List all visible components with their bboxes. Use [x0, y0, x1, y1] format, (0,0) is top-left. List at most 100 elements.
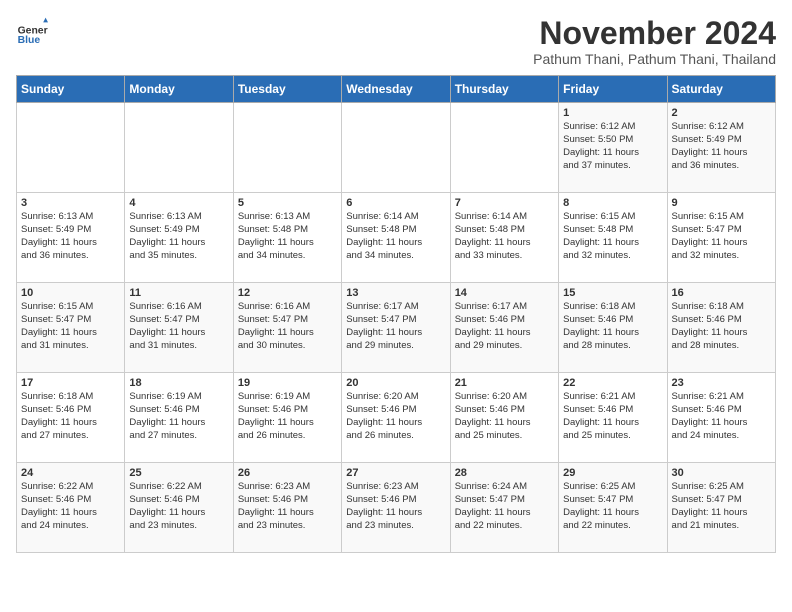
location: Pathum Thani, Pathum Thani, Thailand	[533, 51, 776, 67]
day-number: 6	[346, 197, 445, 209]
day-info: Sunrise: 6:21 AM Sunset: 5:46 PM Dayligh…	[563, 391, 662, 442]
calendar-header-sunday: Sunday	[17, 76, 125, 103]
calendar-cell: 15 Sunrise: 6:18 AM Sunset: 5:46 PM Dayli…	[559, 283, 667, 373]
calendar-header-tuesday: Tuesday	[233, 76, 341, 103]
day-number: 23	[672, 377, 771, 389]
calendar-header-row: SundayMondayTuesdayWednesdayThursdayFrid…	[17, 76, 776, 103]
calendar-cell: 23 Sunrise: 6:21 AM Sunset: 5:46 PM Dayli…	[667, 373, 775, 463]
day-number: 17	[21, 377, 120, 389]
calendar-cell: 20 Sunrise: 6:20 AM Sunset: 5:46 PM Dayli…	[342, 373, 450, 463]
day-number: 16	[672, 287, 771, 299]
calendar-cell: 28Sunrise: 6:24 AM Sunset: 5:47 PM Dayli…	[450, 463, 558, 553]
calendar-cell: 13Sunrise: 6:17 AM Sunset: 5:47 PM Dayli…	[342, 283, 450, 373]
calendar-header-saturday: Saturday	[667, 76, 775, 103]
day-info: Sunrise: 6:15 AM Sunset: 5:48 PM Dayligh…	[563, 211, 662, 262]
calendar-body: 1 Sunrise: 6:12 AM Sunset: 5:50 PM Daylig…	[17, 103, 776, 553]
day-number: 3	[21, 197, 120, 209]
calendar-week-3: 17 Sunrise: 6:18 AM Sunset: 5:46 PM Dayli…	[17, 373, 776, 463]
day-number: 5	[238, 197, 337, 209]
calendar-cell: 17 Sunrise: 6:18 AM Sunset: 5:46 PM Dayli…	[17, 373, 125, 463]
day-info: Sunrise: 6:15 AM Sunset: 5:47 PM Dayligh…	[21, 301, 120, 352]
day-number: 10	[21, 287, 120, 299]
day-info: Sunrise: 6:14 AM Sunset: 5:48 PM Dayligh…	[455, 211, 554, 262]
day-info: Sunrise: 6:13 AM Sunset: 5:48 PM Dayligh…	[238, 211, 337, 262]
day-info: Sunrise: 6:25 AM Sunset: 5:47 PM Dayligh…	[563, 481, 662, 532]
calendar-cell: 27Sunrise: 6:23 AM Sunset: 5:46 PM Dayli…	[342, 463, 450, 553]
day-number: 8	[563, 197, 662, 209]
calendar-cell: 21Sunrise: 6:20 AM Sunset: 5:46 PM Dayli…	[450, 373, 558, 463]
day-info: Sunrise: 6:18 AM Sunset: 5:46 PM Dayligh…	[21, 391, 120, 442]
calendar-cell	[233, 103, 341, 193]
calendar-cell: 1 Sunrise: 6:12 AM Sunset: 5:50 PM Daylig…	[559, 103, 667, 193]
calendar-table: SundayMondayTuesdayWednesdayThursdayFrid…	[16, 75, 776, 553]
logo: General Blue	[16, 16, 48, 48]
calendar-header-wednesday: Wednesday	[342, 76, 450, 103]
day-number: 27	[346, 467, 445, 479]
day-info: Sunrise: 6:18 AM Sunset: 5:46 PM Dayligh…	[672, 301, 771, 352]
calendar-cell: 29Sunrise: 6:25 AM Sunset: 5:47 PM Dayli…	[559, 463, 667, 553]
calendar-cell: 24 Sunrise: 6:22 AM Sunset: 5:46 PM Dayli…	[17, 463, 125, 553]
calendar-cell: 5 Sunrise: 6:13 AM Sunset: 5:48 PM Daylig…	[233, 193, 341, 283]
day-info: Sunrise: 6:12 AM Sunset: 5:49 PM Dayligh…	[672, 121, 771, 172]
day-info: Sunrise: 6:22 AM Sunset: 5:46 PM Dayligh…	[21, 481, 120, 532]
calendar-cell: 26Sunrise: 6:23 AM Sunset: 5:46 PM Dayli…	[233, 463, 341, 553]
calendar-week-4: 24 Sunrise: 6:22 AM Sunset: 5:46 PM Dayli…	[17, 463, 776, 553]
day-number: 14	[455, 287, 554, 299]
calendar-week-1: 3 Sunrise: 6:13 AM Sunset: 5:49 PM Daylig…	[17, 193, 776, 283]
calendar-cell: 16 Sunrise: 6:18 AM Sunset: 5:46 PM Dayli…	[667, 283, 775, 373]
svg-text:Blue: Blue	[18, 35, 41, 46]
calendar-cell: 8 Sunrise: 6:15 AM Sunset: 5:48 PM Daylig…	[559, 193, 667, 283]
calendar-cell: 11 Sunrise: 6:16 AM Sunset: 5:47 PM Dayli…	[125, 283, 233, 373]
day-info: Sunrise: 6:13 AM Sunset: 5:49 PM Dayligh…	[21, 211, 120, 262]
title-area: November 2024 Pathum Thani, Pathum Thani…	[533, 16, 776, 67]
calendar-cell: 25 Sunrise: 6:22 AM Sunset: 5:46 PM Dayli…	[125, 463, 233, 553]
day-number: 19	[238, 377, 337, 389]
calendar-cell: 6 Sunrise: 6:14 AM Sunset: 5:48 PM Daylig…	[342, 193, 450, 283]
calendar-cell	[450, 103, 558, 193]
calendar-cell: 4Sunrise: 6:13 AM Sunset: 5:49 PM Daylig…	[125, 193, 233, 283]
day-info: Sunrise: 6:18 AM Sunset: 5:46 PM Dayligh…	[563, 301, 662, 352]
calendar-week-2: 10 Sunrise: 6:15 AM Sunset: 5:47 PM Dayli…	[17, 283, 776, 373]
day-number: 24	[21, 467, 120, 479]
day-number: 22	[563, 377, 662, 389]
day-info: Sunrise: 6:17 AM Sunset: 5:46 PM Dayligh…	[455, 301, 554, 352]
day-info: Sunrise: 6:20 AM Sunset: 5:46 PM Dayligh…	[346, 391, 445, 442]
day-number: 12	[238, 287, 337, 299]
calendar-cell	[125, 103, 233, 193]
day-info: Sunrise: 6:19 AM Sunset: 5:46 PM Dayligh…	[129, 391, 228, 442]
page-header: General Blue November 2024 Pathum Thani,…	[16, 16, 776, 67]
calendar-cell: 30Sunrise: 6:25 AM Sunset: 5:47 PM Dayli…	[667, 463, 775, 553]
calendar-cell: 2Sunrise: 6:12 AM Sunset: 5:49 PM Daylig…	[667, 103, 775, 193]
logo-icon: General Blue	[16, 16, 48, 48]
day-number: 4	[129, 197, 228, 209]
day-info: Sunrise: 6:19 AM Sunset: 5:46 PM Dayligh…	[238, 391, 337, 442]
day-number: 1	[563, 107, 662, 119]
calendar-cell: 19 Sunrise: 6:19 AM Sunset: 5:46 PM Dayli…	[233, 373, 341, 463]
day-info: Sunrise: 6:16 AM Sunset: 5:47 PM Dayligh…	[238, 301, 337, 352]
day-info: Sunrise: 6:14 AM Sunset: 5:48 PM Dayligh…	[346, 211, 445, 262]
day-info: Sunrise: 6:15 AM Sunset: 5:47 PM Dayligh…	[672, 211, 771, 262]
day-number: 20	[346, 377, 445, 389]
day-number: 21	[455, 377, 554, 389]
day-info: Sunrise: 6:12 AM Sunset: 5:50 PM Dayligh…	[563, 121, 662, 172]
calendar-header-friday: Friday	[559, 76, 667, 103]
day-number: 26	[238, 467, 337, 479]
day-number: 28	[455, 467, 554, 479]
day-number: 15	[563, 287, 662, 299]
day-info: Sunrise: 6:22 AM Sunset: 5:46 PM Dayligh…	[129, 481, 228, 532]
calendar-header-thursday: Thursday	[450, 76, 558, 103]
calendar-week-0: 1 Sunrise: 6:12 AM Sunset: 5:50 PM Daylig…	[17, 103, 776, 193]
day-info: Sunrise: 6:21 AM Sunset: 5:46 PM Dayligh…	[672, 391, 771, 442]
calendar-cell: 22 Sunrise: 6:21 AM Sunset: 5:46 PM Dayli…	[559, 373, 667, 463]
day-info: Sunrise: 6:25 AM Sunset: 5:47 PM Dayligh…	[672, 481, 771, 532]
day-number: 11	[129, 287, 228, 299]
calendar-cell: 12 Sunrise: 6:16 AM Sunset: 5:47 PM Dayli…	[233, 283, 341, 373]
calendar-cell: 7Sunrise: 6:14 AM Sunset: 5:48 PM Daylig…	[450, 193, 558, 283]
day-number: 18	[129, 377, 228, 389]
day-number: 25	[129, 467, 228, 479]
calendar-cell	[17, 103, 125, 193]
calendar-header-monday: Monday	[125, 76, 233, 103]
day-info: Sunrise: 6:16 AM Sunset: 5:47 PM Dayligh…	[129, 301, 228, 352]
calendar-cell: 9Sunrise: 6:15 AM Sunset: 5:47 PM Daylig…	[667, 193, 775, 283]
calendar-cell: 10 Sunrise: 6:15 AM Sunset: 5:47 PM Dayli…	[17, 283, 125, 373]
